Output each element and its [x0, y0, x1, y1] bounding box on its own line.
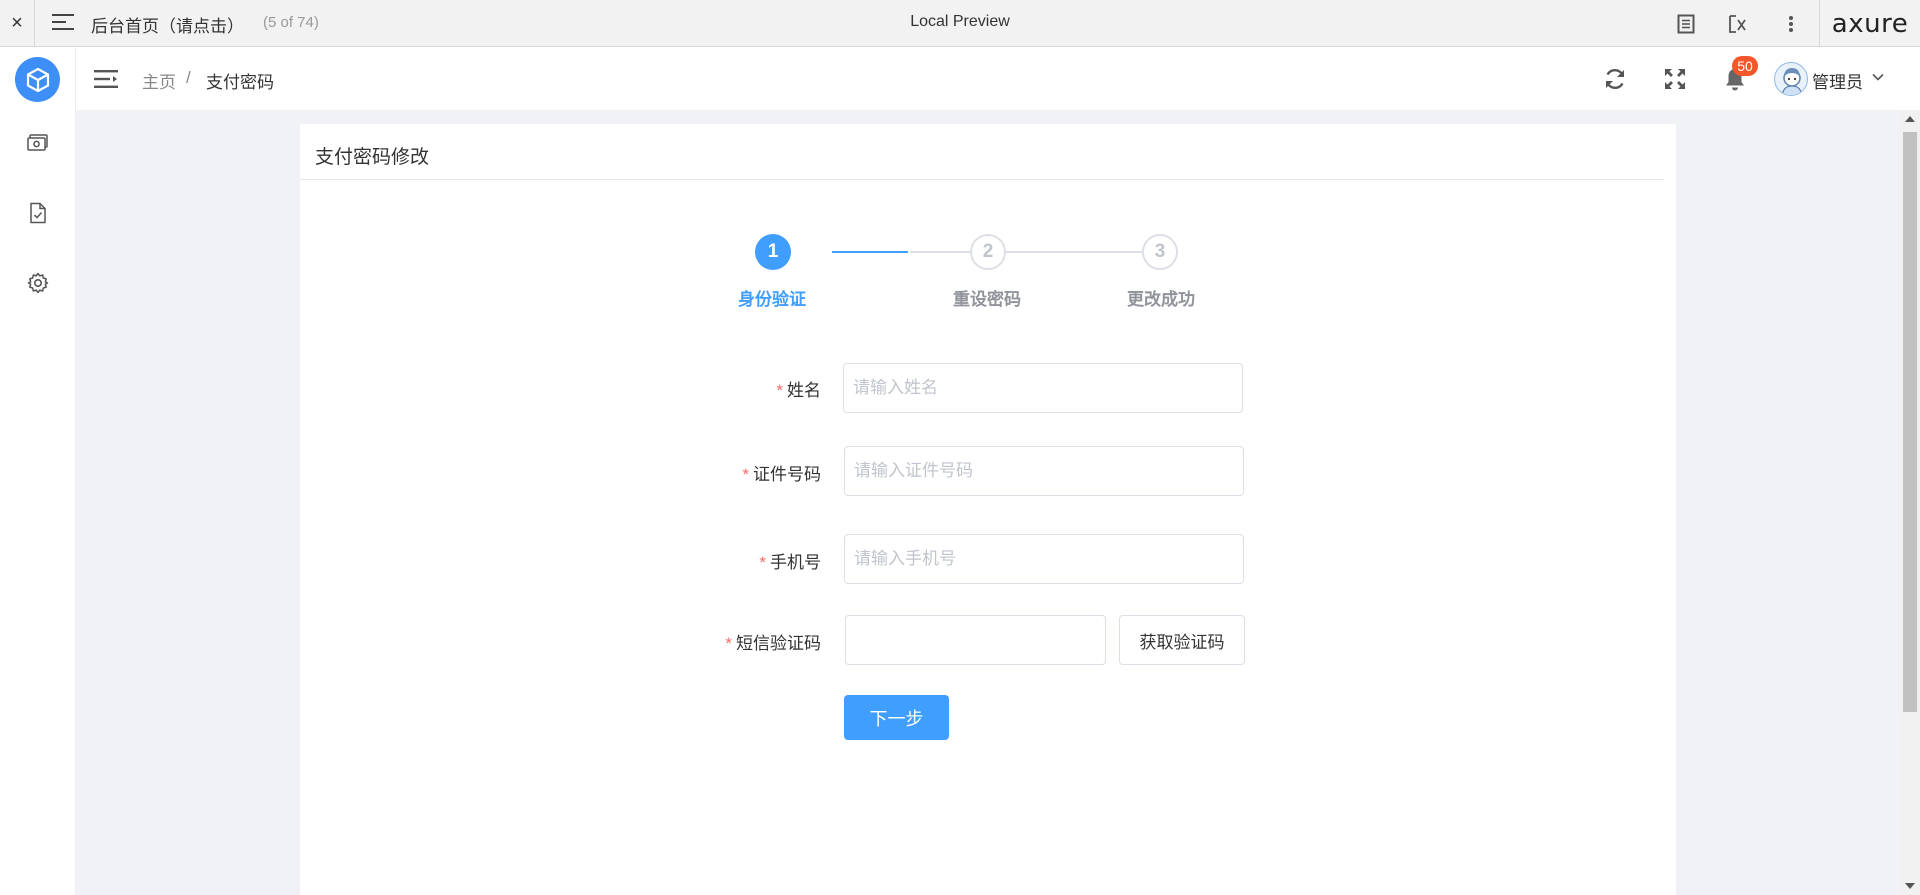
step-connector	[910, 251, 970, 253]
scrollbar[interactable]	[1900, 110, 1920, 895]
sms-code-input[interactable]	[845, 615, 1106, 665]
scroll-up-arrow-icon[interactable]	[1905, 116, 1915, 122]
app-header: 主页 / 支付密码 50 管理员	[76, 48, 1920, 110]
required-mark: *	[742, 465, 749, 484]
collapse-menu-icon[interactable]	[94, 69, 118, 89]
scroll-down-arrow-icon[interactable]	[1905, 883, 1915, 889]
breadcrumb-current: 支付密码	[206, 73, 274, 92]
breadcrumb-home[interactable]: 主页	[142, 68, 176, 93]
required-mark: *	[725, 634, 732, 653]
step-3-circle: 3	[1142, 234, 1178, 270]
id-label: * 证件号码	[742, 460, 821, 485]
sms-code-label-text: 短信验证码	[736, 634, 821, 653]
required-mark: *	[759, 553, 766, 572]
sms-code-label: * 短信验证码	[725, 629, 821, 654]
main-content: 支付密码修改 1 2 3 身份验证 重设密码 更改成功 *姓名 *证件号码 *手…	[76, 110, 1900, 895]
step-connector	[1006, 251, 1142, 253]
phone-input[interactable]	[844, 534, 1244, 584]
menu-icon[interactable]	[52, 14, 74, 32]
page-count: (5 of 74)	[263, 14, 319, 31]
app-logo[interactable]	[15, 57, 60, 102]
axure-toolbar: × 后台首页（请点击） (5 of 74) Local Preview axur…	[0, 0, 1920, 47]
divider	[300, 179, 1664, 180]
breadcrumb-separator: /	[186, 68, 191, 87]
step-2-circle: 2	[970, 234, 1006, 270]
notes-icon[interactable]	[1674, 12, 1698, 36]
page-name[interactable]: 后台首页（请点击）	[91, 12, 244, 37]
refresh-icon[interactable]	[1602, 66, 1628, 92]
card-title: 支付密码修改	[315, 147, 430, 168]
step-2-label: 重设密码	[953, 290, 1021, 309]
step-connector	[832, 251, 908, 253]
money-icon[interactable]	[26, 131, 50, 155]
more-vertical-icon[interactable]	[1779, 12, 1803, 36]
id-number-input[interactable]	[844, 446, 1244, 496]
step-1-label: 身份验证	[738, 290, 806, 309]
sidebar	[0, 48, 76, 895]
notification-badge: 50	[1732, 56, 1758, 76]
get-code-button[interactable]: 获取验证码	[1119, 615, 1245, 665]
step-1-circle: 1	[755, 234, 791, 270]
name-label: * 姓名	[776, 376, 821, 401]
document-check-icon[interactable]	[26, 201, 50, 225]
chevron-down-icon[interactable]	[1871, 69, 1885, 89]
avatar[interactable]	[1774, 62, 1808, 96]
phone-label: * 手机号	[759, 548, 821, 573]
next-step-button[interactable]: 下一步	[844, 695, 949, 740]
axure-logo: axure	[1819, 0, 1920, 47]
fullscreen-icon[interactable]	[1662, 66, 1688, 92]
step-3-label: 更改成功	[1127, 290, 1195, 309]
required-mark: *	[776, 381, 783, 400]
phone-label-text: 手机号	[770, 553, 821, 572]
gear-icon[interactable]	[26, 271, 50, 295]
variables-icon[interactable]	[1726, 12, 1750, 36]
name-input[interactable]	[843, 363, 1243, 413]
form-card: 支付密码修改 1 2 3 身份验证 重设密码 更改成功 *姓名 *证件号码 *手…	[300, 124, 1676, 895]
close-icon[interactable]: ×	[0, 0, 35, 47]
name-label-text: 姓名	[787, 381, 821, 400]
id-label-text: 证件号码	[753, 465, 821, 484]
scrollbar-thumb[interactable]	[1903, 132, 1917, 712]
user-name[interactable]: 管理员	[1812, 68, 1863, 93]
